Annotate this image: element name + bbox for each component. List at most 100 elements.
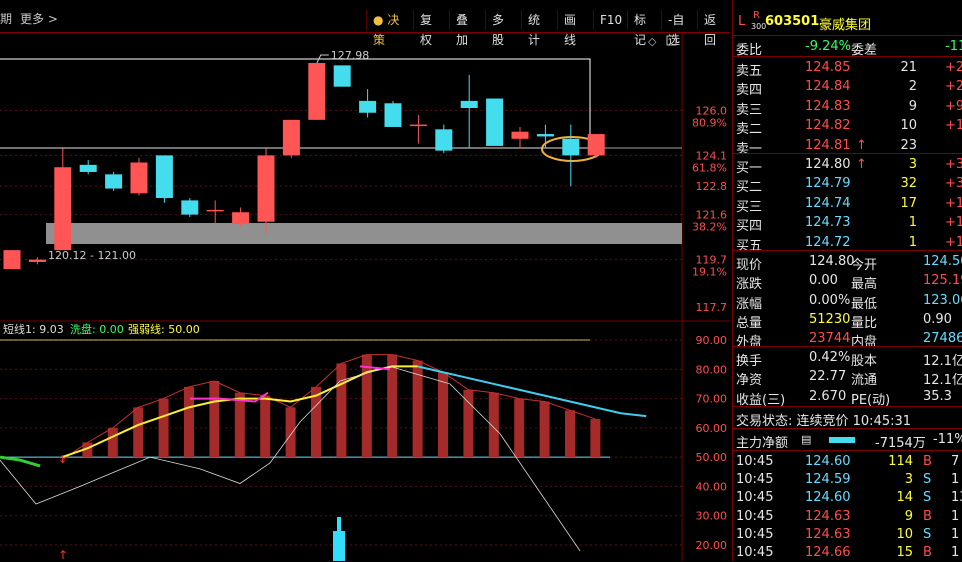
- diamond-icon[interactable]: ◇: [648, 35, 657, 48]
- tick-time: 10:45: [736, 508, 774, 524]
- tick-price: 124.60: [805, 490, 851, 506]
- stat-value: 22.77: [809, 369, 847, 385]
- multi-stock-button[interactable]: 多股: [485, 10, 521, 47]
- bid-change: +1: [945, 215, 962, 231]
- quote-value-2: 125.19: [923, 273, 962, 289]
- indicator-bar: [590, 419, 601, 458]
- stat-value: 2.670: [809, 388, 847, 404]
- lightbulb-icon: ●: [373, 13, 384, 27]
- list-icon[interactable]: ▤: [801, 433, 811, 446]
- bid-change: +17: [945, 195, 962, 211]
- candle-body: [3, 250, 21, 270]
- indicator-bar: [412, 360, 423, 458]
- tick-side: S: [923, 472, 932, 488]
- period-label[interactable]: 期: [0, 10, 12, 27]
- quote-label: 涨幅: [736, 296, 763, 312]
- bid-volume: 17: [900, 195, 917, 211]
- indicator-bar: [488, 392, 499, 458]
- tick-time: 10:45: [736, 490, 774, 506]
- indicator-cyan-line: [417, 365, 647, 418]
- ask-volume: 9: [908, 98, 917, 114]
- ask-volume: 21: [900, 60, 917, 75]
- indicator-axis-label: 30.00: [696, 510, 728, 523]
- bid-price: 124.72: [805, 234, 851, 250]
- tick-row: 10:45 124.63 9 B 1: [733, 507, 962, 526]
- tick-row: 10:45 124.60 114 B 7: [733, 452, 962, 471]
- bid-row: 买二 124.79 32 +32: [733, 174, 962, 195]
- candle-body: [28, 259, 46, 262]
- support-zone: [46, 223, 682, 244]
- stat-row: 换手 0.42% 股本 12.1亿: [733, 348, 962, 369]
- mark-button[interactable]: 标记: [627, 10, 661, 47]
- ask-label: 卖三: [736, 102, 763, 118]
- tick-extra: 1: [951, 472, 960, 488]
- flow-bar: [829, 437, 855, 443]
- board-badge: 300: [751, 22, 767, 31]
- tick-time: 10:45: [736, 472, 774, 488]
- quote-value-2: 27486: [923, 331, 962, 347]
- ask-row: 卖三 124.83 9 +9: [733, 97, 962, 118]
- quote-value-2: 124.50: [923, 254, 962, 269]
- quote-value-2: 0.90: [923, 311, 952, 327]
- quote-value: 23744: [809, 331, 851, 347]
- indicator-legend: 洗盘: 0.00: [70, 322, 124, 336]
- back-button[interactable]: 返回: [697, 10, 730, 47]
- quote-row: 现价 124.80今开 124.50: [733, 252, 962, 273]
- overlay-button[interactable]: 叠加: [449, 10, 485, 47]
- stat-label: 净资: [736, 373, 763, 389]
- tick-extra: 1: [951, 508, 960, 524]
- chart-toolbar: 期 更多 > ● 决策 复权 叠加 多股 统计 画线 F10 标记 -自选 返回: [0, 0, 730, 47]
- ask-change: +21: [945, 60, 962, 75]
- indicator-bar: [463, 389, 474, 458]
- restore-rights-button[interactable]: 复权: [413, 10, 449, 47]
- decision-button[interactable]: ● 决策: [366, 10, 413, 47]
- indicator-green-segment: [0, 455, 41, 468]
- ask-row: 卖五 124.85 21 +21: [733, 58, 962, 79]
- candle-body: [130, 162, 148, 194]
- ask-change: +9: [945, 98, 962, 114]
- tick-volume: 9: [904, 508, 913, 524]
- kline-chart[interactable]: ◇ ↑↓ 126.080.9%124.161.8%122.8121.638.2%…: [0, 33, 730, 561]
- quote-label: 现价: [736, 258, 763, 273]
- main-flow-label: 主力净额: [736, 436, 789, 451]
- bid-label: 买四: [736, 219, 763, 235]
- r-badge: R: [753, 10, 760, 21]
- bid-volume: 32: [900, 176, 917, 192]
- quote-label-2: 今开: [851, 258, 878, 273]
- tick-price: 124.59: [805, 472, 851, 488]
- tick-side: S: [923, 490, 932, 506]
- stat-row: 净资 22.77 流通 12.1亿: [733, 367, 962, 389]
- f10-button[interactable]: F10: [593, 10, 627, 30]
- stat-label: 收益(三): [736, 392, 786, 408]
- quote-row: 涨跌 0.00 最高 125.19: [733, 271, 962, 292]
- ask-volume: 10: [900, 118, 917, 134]
- price-axis-label: 80.9%: [692, 116, 727, 129]
- stat-value-2: 12.1亿: [923, 373, 962, 389]
- remove-watchlist-button[interactable]: -自选: [661, 10, 697, 47]
- stat-label-2: PE(动): [851, 392, 891, 408]
- tick-time: 10:45: [736, 545, 774, 560]
- indicator-axis-label: 60.00: [696, 422, 728, 435]
- indicator-axis-label: 50.00: [696, 451, 728, 464]
- draw-line-button[interactable]: 画线: [557, 10, 593, 47]
- indicator-axis-label: 90.00: [696, 334, 728, 347]
- stock-header: L R 300 603501 豪威集团: [733, 10, 962, 34]
- ask-volume: 2: [908, 79, 917, 95]
- bid-price: 124.74: [805, 195, 851, 211]
- candle-body: [206, 209, 224, 212]
- candle-body: [155, 155, 173, 199]
- tick-price: 124.63: [805, 526, 851, 542]
- indicator-magenta-segment: [190, 391, 269, 403]
- tick-volume: 3: [904, 472, 913, 488]
- statistics-button[interactable]: 统计: [521, 10, 557, 47]
- signal-spike: [337, 517, 341, 561]
- tick-row: 10:45 124.60 14 S 13: [733, 488, 962, 507]
- quote-value: 51230: [809, 311, 851, 327]
- tick-extra: 1: [951, 545, 960, 560]
- tick-volume: 14: [896, 490, 913, 506]
- candle-body: [562, 138, 580, 156]
- stat-label-2: 流通: [851, 373, 878, 389]
- stock-code: 603501: [765, 14, 820, 29]
- minimize-icon[interactable]: [666, 35, 677, 46]
- more-menu[interactable]: 更多 >: [20, 10, 58, 27]
